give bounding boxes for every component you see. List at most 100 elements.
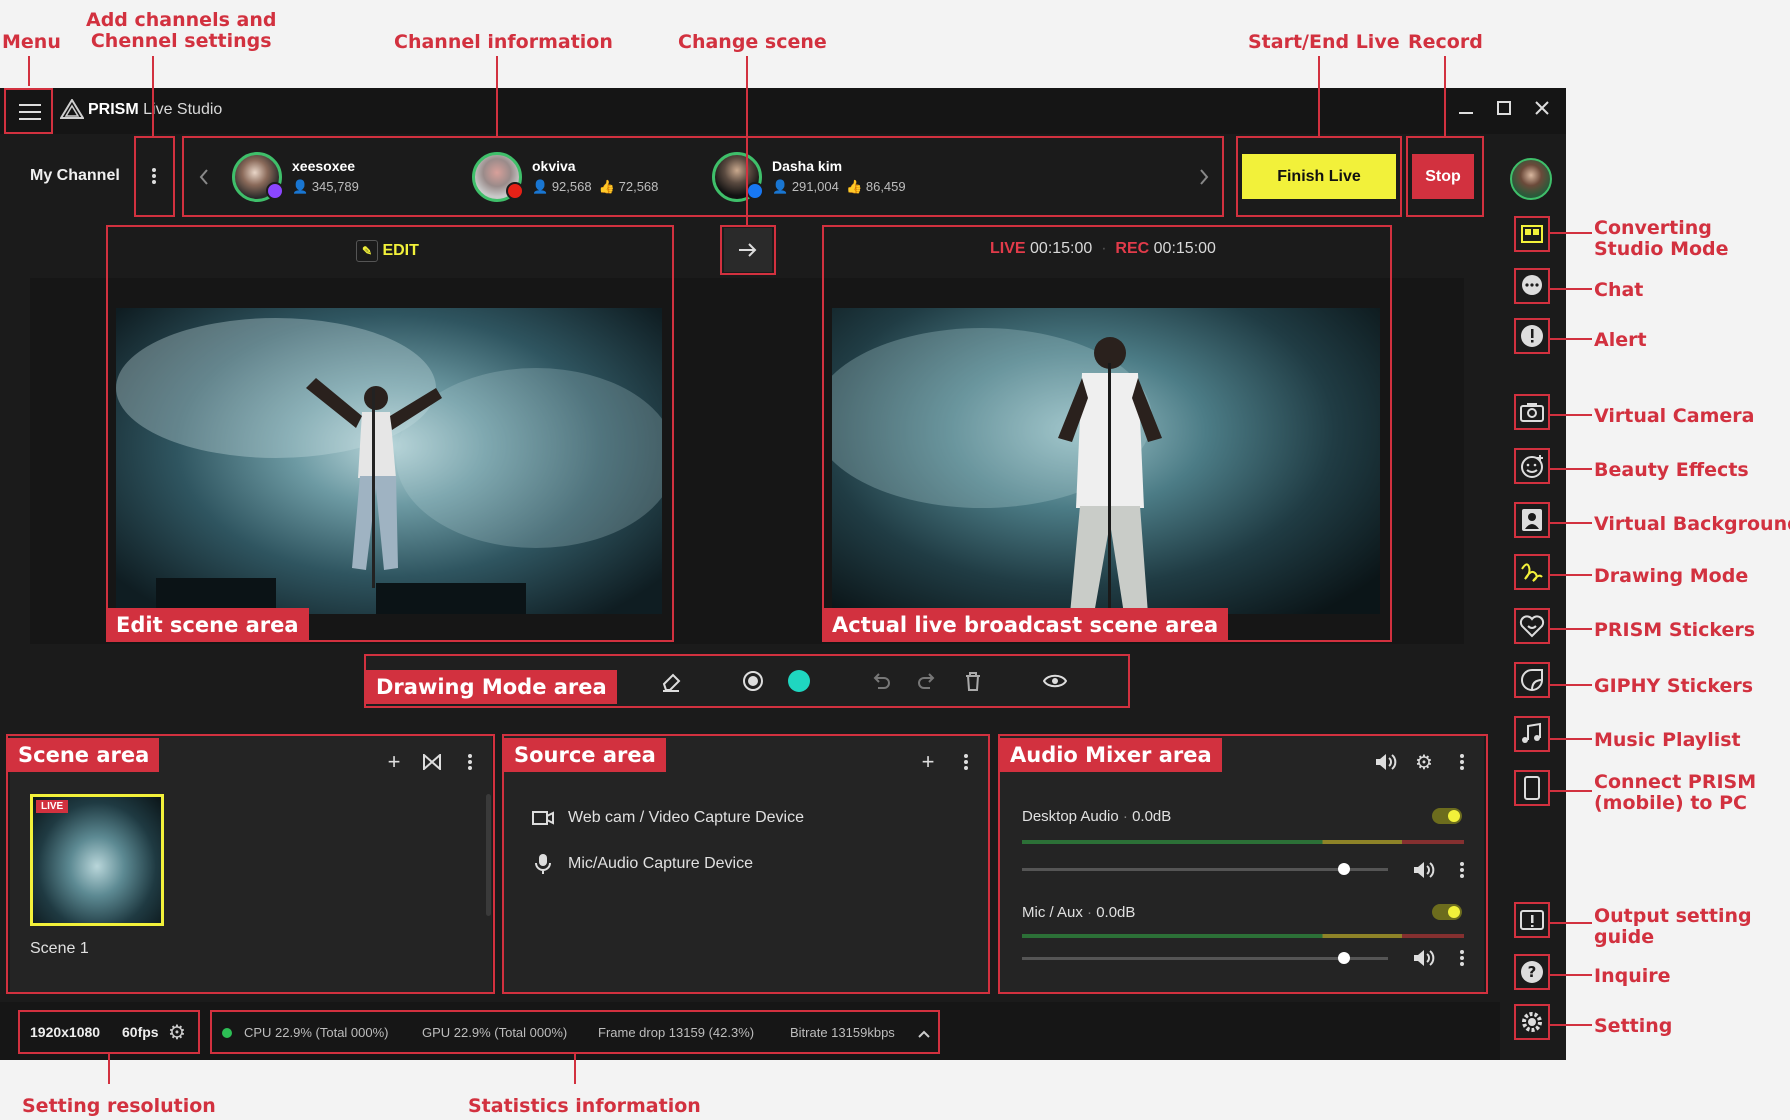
desktop-audio-volume-slider[interactable] [1022,863,1388,875]
settings-button[interactable] [1514,1004,1550,1040]
music-playlist-button[interactable] [1514,716,1550,752]
desktop-audio-more-button[interactable] [1450,858,1474,882]
desktop-audio-mute-button[interactable] [1412,858,1436,882]
source-more-button[interactable] [954,750,978,774]
mic-aux-toggle[interactable] [1432,904,1462,920]
profile-avatar[interactable] [1510,158,1552,200]
channel-next-button[interactable] [1192,162,1216,192]
scene-more-button[interactable] [458,750,482,774]
scene-transition-button[interactable] [420,750,444,774]
annotation-converting: Converting Studio Mode [1594,217,1729,260]
source-label: Mic/Audio Capture Device [568,855,753,872]
more-vertical-icon [1460,862,1464,878]
source-label: Web cam / Video Capture Device [568,809,804,826]
alert-icon [1521,325,1543,347]
channel-settings-highlight [134,136,175,217]
chevron-up-icon [918,1030,930,1038]
channel-item[interactable]: xeesoxee 👤 345,789 [232,152,432,202]
mic-aux-mute-button[interactable] [1412,946,1436,970]
camera-icon [532,811,554,825]
channel-name: xeesoxee [292,158,356,174]
like-icon: 👍 [846,179,863,194]
audio-more-button[interactable] [1450,750,1474,774]
virtual-background-button[interactable] [1514,502,1550,538]
title-bar [0,88,1566,134]
delete-drawing-button[interactable] [958,666,988,696]
inquire-button[interactable]: ? [1514,954,1550,990]
annotation-add-channels: Add channels and Chennel settings [86,9,277,52]
audio-settings-button[interactable]: ⚙ [1412,750,1436,774]
viewer-icon: 👤 [292,179,309,194]
performer-image [116,318,662,614]
prism-logo-icon [59,98,85,124]
eraser-button[interactable] [656,666,686,696]
brush-color-button[interactable] [788,670,810,692]
audio-level-meter [1022,934,1464,938]
chevron-left-icon [199,169,208,185]
beauty-effects-button[interactable] [1514,448,1550,484]
add-source-button[interactable]: + [916,749,940,774]
annotation-music: Music Playlist [1594,729,1741,751]
guide-alert-icon [1520,910,1544,930]
scene-thumbnail[interactable]: LIVE [30,794,164,926]
edit-scene-preview[interactable] [116,308,662,614]
alert-button[interactable] [1514,318,1550,354]
audio-channel-name: Mic / Aux · 0.0dB [1022,904,1136,921]
prism-stickers-button[interactable] [1514,608,1550,644]
drawing-mode-button[interactable] [1514,554,1550,590]
minimize-button[interactable] [1454,96,1478,120]
audio-channel-name: Desktop Audio · 0.0dB [1022,808,1172,825]
slider-knob[interactable] [1338,952,1351,964]
more-vertical-icon [1460,950,1464,966]
annotation-change-scene: Change scene [678,31,827,53]
mic-aux-more-button[interactable] [1450,946,1474,970]
source-item[interactable]: Mic/Audio Capture Device [532,852,952,878]
undo-button[interactable] [866,666,896,696]
eye-icon [1043,674,1067,688]
brush-size-icon [743,671,763,691]
camera-icon [1520,403,1544,422]
add-scene-button[interactable]: + [382,749,406,774]
connect-mobile-button[interactable] [1514,770,1550,806]
record-highlight [1406,136,1484,217]
redo-button[interactable] [912,666,942,696]
audio-level-meter [1022,840,1464,844]
cpu-stat: CPU 22.9% (Total 000%) [244,1025,389,1040]
speaker-icon [1376,754,1397,770]
menu-highlight [4,88,53,134]
annotation-setting-resolution: Setting resolution [22,1095,216,1117]
visibility-button[interactable] [1040,666,1070,696]
gear-icon[interactable]: ⚙ [168,1020,186,1045]
studio-mode-button[interactable] [1514,216,1550,252]
scene-name: Scene 1 [30,940,89,957]
annotation-setting: Setting [1594,1015,1673,1037]
fps-value: 60fps [122,1024,159,1040]
channel-prev-button[interactable] [192,162,216,192]
master-volume-button[interactable] [1374,750,1398,774]
mic-aux-volume-slider[interactable] [1022,952,1388,964]
slider-knob[interactable] [1338,863,1351,875]
annotation-record: Record [1408,31,1483,53]
like-icon: 👍 [598,179,615,194]
resolution-setting[interactable]: 1920x1080 60fps ⚙ [18,1010,200,1054]
brush-size-button[interactable] [738,666,768,696]
maximize-button[interactable] [1492,96,1516,120]
annotation-menu: Menu [2,31,61,53]
drawing-scribble-icon [1521,563,1543,582]
giphy-stickers-button[interactable] [1514,662,1550,698]
chevron-right-icon [1200,169,1209,185]
chat-button[interactable] [1514,268,1550,304]
channel-viewers: 👤 345,789 [292,179,359,194]
desktop-audio-toggle[interactable] [1432,808,1462,824]
statistics-bar[interactable]: CPU 22.9% (Total 000%) GPU 22.9% (Total … [210,1010,940,1054]
source-item[interactable]: Web cam / Video Capture Device [532,806,952,832]
annotation-alert: Alert [1594,329,1647,351]
scene-scrollbar[interactable] [486,794,491,916]
my-channel-label: My Channel [30,167,120,184]
output-guide-button[interactable] [1514,902,1550,938]
svg-text:?: ? [1528,963,1537,981]
close-button[interactable] [1530,96,1554,120]
more-vertical-icon [468,754,472,770]
channel-item[interactable]: okviva 👤 92,568 👍 72,568 [472,152,692,202]
virtual-camera-button[interactable] [1514,394,1550,430]
